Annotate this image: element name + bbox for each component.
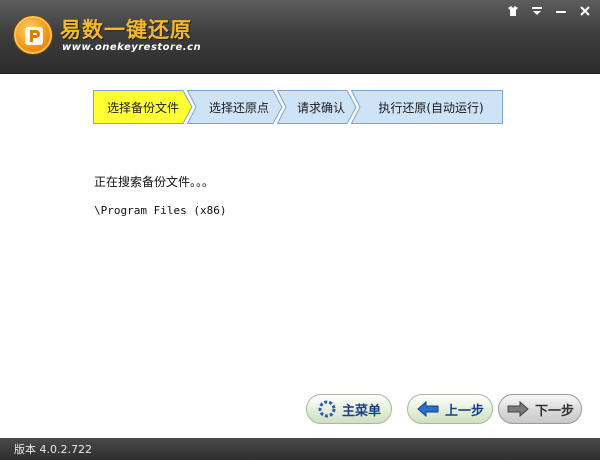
- prev-step-button[interactable]: 上一步: [407, 394, 493, 424]
- next-step-button[interactable]: 下一步: [498, 394, 582, 424]
- step-select-restore-point: 选择还原点: [187, 90, 283, 124]
- next-step-label: 下一步: [534, 403, 574, 419]
- wizard-steps: 选择备份文件 选择还原点 请求确认 执行还原(自动运行): [93, 90, 503, 124]
- title-bar: 易数一键还原 www.onekeyrestore.cn: [0, 0, 600, 74]
- arrow-right-icon: [507, 400, 529, 418]
- skin-icon[interactable]: [502, 2, 524, 20]
- app-title: 易数一键还原: [60, 18, 192, 42]
- step-select-backup: 选择备份文件: [93, 90, 193, 124]
- main-menu-label: 主菜单: [341, 403, 381, 419]
- step-label: 请求确认: [296, 100, 345, 115]
- version-text: 版本 4.0.2.722: [14, 443, 92, 456]
- arrow-left-icon: [417, 400, 439, 418]
- close-icon[interactable]: [574, 2, 596, 20]
- search-status-text: 正在搜索备份文件。。。: [94, 175, 215, 189]
- step-label: 选择备份文件: [106, 100, 179, 115]
- prev-step-label: 上一步: [444, 403, 484, 419]
- window-controls: [502, 2, 596, 20]
- step-execute-restore: 执行还原(自动运行): [351, 90, 503, 124]
- app-url: www.onekeyrestore.cn: [62, 42, 202, 53]
- step-label: 执行还原(自动运行): [378, 100, 484, 115]
- main-menu-button[interactable]: 主菜单: [306, 394, 392, 424]
- refresh-circle-icon: [318, 400, 336, 418]
- status-bar: 版本 4.0.2.722: [0, 438, 600, 460]
- step-confirm: 请求确认: [277, 90, 357, 124]
- menu-dropdown-icon[interactable]: [526, 2, 548, 20]
- minimize-icon[interactable]: [550, 2, 572, 20]
- step-label: 选择还原点: [208, 100, 269, 115]
- app-logo-icon: [14, 16, 52, 54]
- current-path-text: \Program Files (x86): [94, 204, 227, 217]
